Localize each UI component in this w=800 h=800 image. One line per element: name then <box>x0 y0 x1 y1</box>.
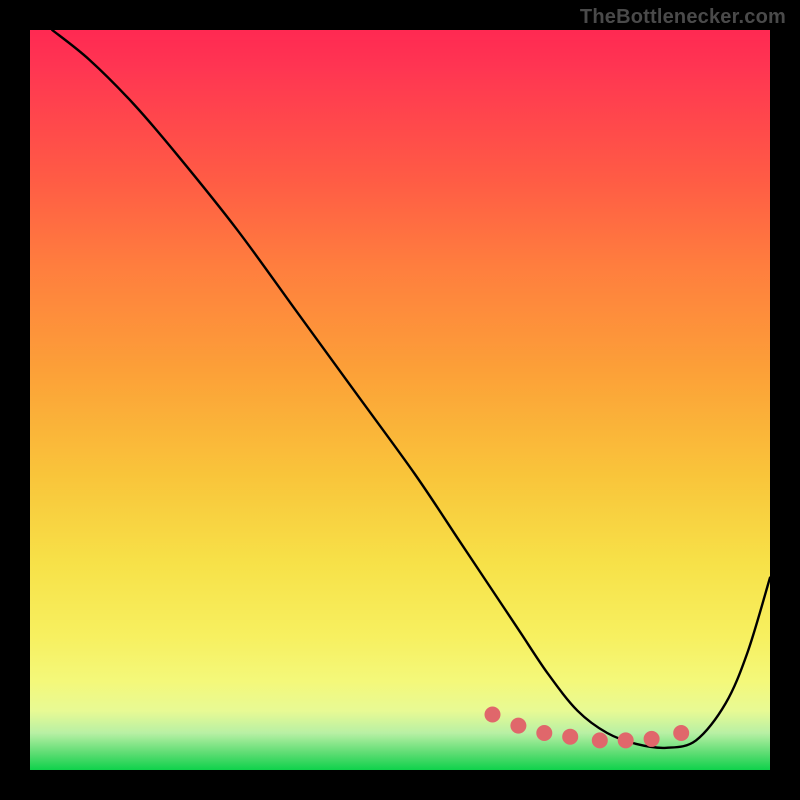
highlight-dot <box>592 732 608 748</box>
highlight-dot <box>536 725 552 741</box>
bottleneck-chart <box>30 30 770 770</box>
chart-svg <box>30 30 770 770</box>
highlight-dot <box>562 729 578 745</box>
attribution-label: TheBottlenecker.com <box>580 6 786 29</box>
highlight-dot <box>673 725 689 741</box>
highlight-dot <box>510 718 526 734</box>
highlight-dots <box>485 707 690 749</box>
highlight-dot <box>644 731 660 747</box>
highlight-dot <box>485 707 501 723</box>
bottleneck-curve <box>52 30 770 748</box>
highlight-dot <box>618 732 634 748</box>
